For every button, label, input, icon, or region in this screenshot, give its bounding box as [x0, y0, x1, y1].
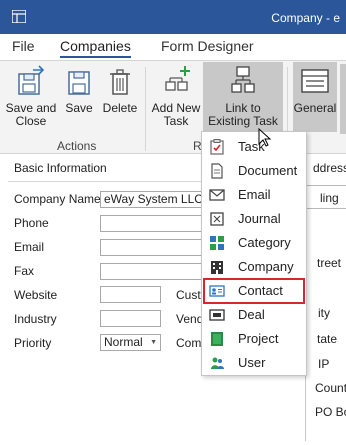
- industry-field[interactable]: [100, 310, 161, 327]
- menu-item-user-label: User: [238, 355, 266, 370]
- title-bar: Company - e: [0, 0, 346, 34]
- label-zip-partial: IP: [318, 357, 330, 371]
- window-title: Company - e: [271, 11, 340, 25]
- link-task-icon: [231, 66, 255, 93]
- menu-item-project-label: Project: [238, 331, 279, 346]
- save-and-close-button[interactable]: Save and Close: [5, 64, 57, 128]
- label-po-box-partial: PO Box: [315, 405, 346, 419]
- building-icon: [211, 261, 223, 274]
- menu-item-task[interactable]: Task: [204, 135, 304, 159]
- label-industry: Industry: [14, 312, 57, 326]
- ribbon-tabs: File Companies Form Designer: [0, 34, 346, 60]
- add-new-task-label-1: Add New: [151, 101, 201, 115]
- label-email: Email: [14, 240, 45, 254]
- email-field[interactable]: [100, 239, 204, 256]
- journal-icon: [210, 212, 224, 226]
- menu-item-project[interactable]: Project: [204, 327, 304, 351]
- menu-item-journal-label: Journal: [238, 211, 281, 226]
- phone-field[interactable]: [100, 215, 204, 232]
- label-billing-partial: ling: [320, 191, 339, 205]
- website-field[interactable]: [100, 286, 161, 303]
- label-street-partial: treet: [317, 256, 342, 270]
- menu-item-company[interactable]: Company: [204, 255, 304, 279]
- project-icon: [211, 332, 223, 346]
- add-new-task-label-2: Task: [163, 114, 189, 128]
- priority-value: Normal: [104, 335, 143, 349]
- label-country-partial: Countr: [315, 381, 346, 395]
- document-icon: [211, 163, 223, 179]
- company-name-field[interactable]: eWay System LLC: [100, 191, 204, 208]
- menu-item-document[interactable]: Document: [204, 159, 304, 183]
- user-icon: [211, 357, 224, 369]
- label-state-partial: tate: [317, 332, 338, 346]
- label-priority: Priority: [14, 336, 52, 350]
- section-address-partial: ddress: [313, 161, 346, 175]
- menu-item-contact-label: Contact: [238, 283, 283, 298]
- menu-item-company-label: Company: [238, 259, 294, 274]
- menu-item-deal-label: Deal: [238, 307, 265, 322]
- general-form-icon: [301, 69, 329, 93]
- add-task-icon: [165, 66, 190, 91]
- menu-item-category-label: Category: [238, 235, 291, 250]
- delete-label: Delete: [102, 101, 138, 115]
- priority-select[interactable]: Normal ▼: [100, 334, 161, 351]
- label-website: Website: [14, 288, 58, 302]
- link-existing-task-label-2: Existing Task: [208, 114, 278, 128]
- contact-card-icon: [209, 285, 225, 297]
- save-button[interactable]: Save: [62, 64, 96, 115]
- save-label: Save: [65, 101, 93, 115]
- tab-file[interactable]: File: [12, 38, 35, 54]
- menu-item-document-label: Document: [238, 163, 298, 178]
- general-button[interactable]: General: [293, 62, 337, 132]
- menu-item-user[interactable]: User: [204, 351, 304, 375]
- save-and-close-label-2: Close: [15, 114, 47, 128]
- add-new-task-button[interactable]: Add New Task: [151, 64, 201, 128]
- general-label: General: [293, 101, 337, 115]
- menu-item-email-label: Email: [238, 187, 271, 202]
- group-separator: [145, 67, 146, 151]
- save-and-close-icon: [18, 65, 45, 95]
- billing-tab[interactable]: ling: [305, 185, 346, 209]
- trash-icon: [110, 69, 130, 95]
- category-icon: [210, 236, 224, 250]
- fax-field[interactable]: [100, 263, 204, 280]
- tab-companies[interactable]: Companies: [60, 38, 131, 58]
- label-city-partial: ity: [318, 306, 330, 320]
- save-icon: [68, 71, 90, 95]
- link-existing-task-label-1: Link to: [225, 101, 261, 115]
- mouse-cursor-icon: [258, 128, 272, 147]
- save-and-close-label-1: Save and: [5, 101, 57, 115]
- menu-item-email[interactable]: Email: [204, 183, 304, 207]
- next-button-partial[interactable]: [340, 64, 346, 134]
- tab-form-designer[interactable]: Form Designer: [161, 38, 254, 54]
- label-fax: Fax: [14, 264, 35, 278]
- menu-item-category[interactable]: Category: [204, 231, 304, 255]
- label-phone: Phone: [14, 216, 49, 230]
- app-icon: [12, 10, 26, 23]
- group-label-actions: Actions: [57, 139, 97, 153]
- menu-item-journal[interactable]: Journal: [204, 207, 304, 231]
- deal-icon: [209, 309, 225, 321]
- menu-item-contact[interactable]: Contact: [203, 278, 305, 304]
- chevron-down-icon: ▼: [150, 339, 157, 346]
- link-existing-task-button[interactable]: Link to Existing Task ▼: [203, 62, 283, 140]
- delete-button[interactable]: Delete: [101, 64, 139, 115]
- menu-item-deal[interactable]: Deal: [204, 303, 304, 327]
- clipboard-check-icon: [210, 139, 224, 155]
- label-company-name: Company Name: [14, 192, 101, 206]
- link-task-dropdown-menu: Task Document Email Journal Category Com…: [201, 131, 307, 376]
- section-basic-information: Basic Information: [14, 161, 107, 175]
- envelope-icon: [209, 189, 225, 201]
